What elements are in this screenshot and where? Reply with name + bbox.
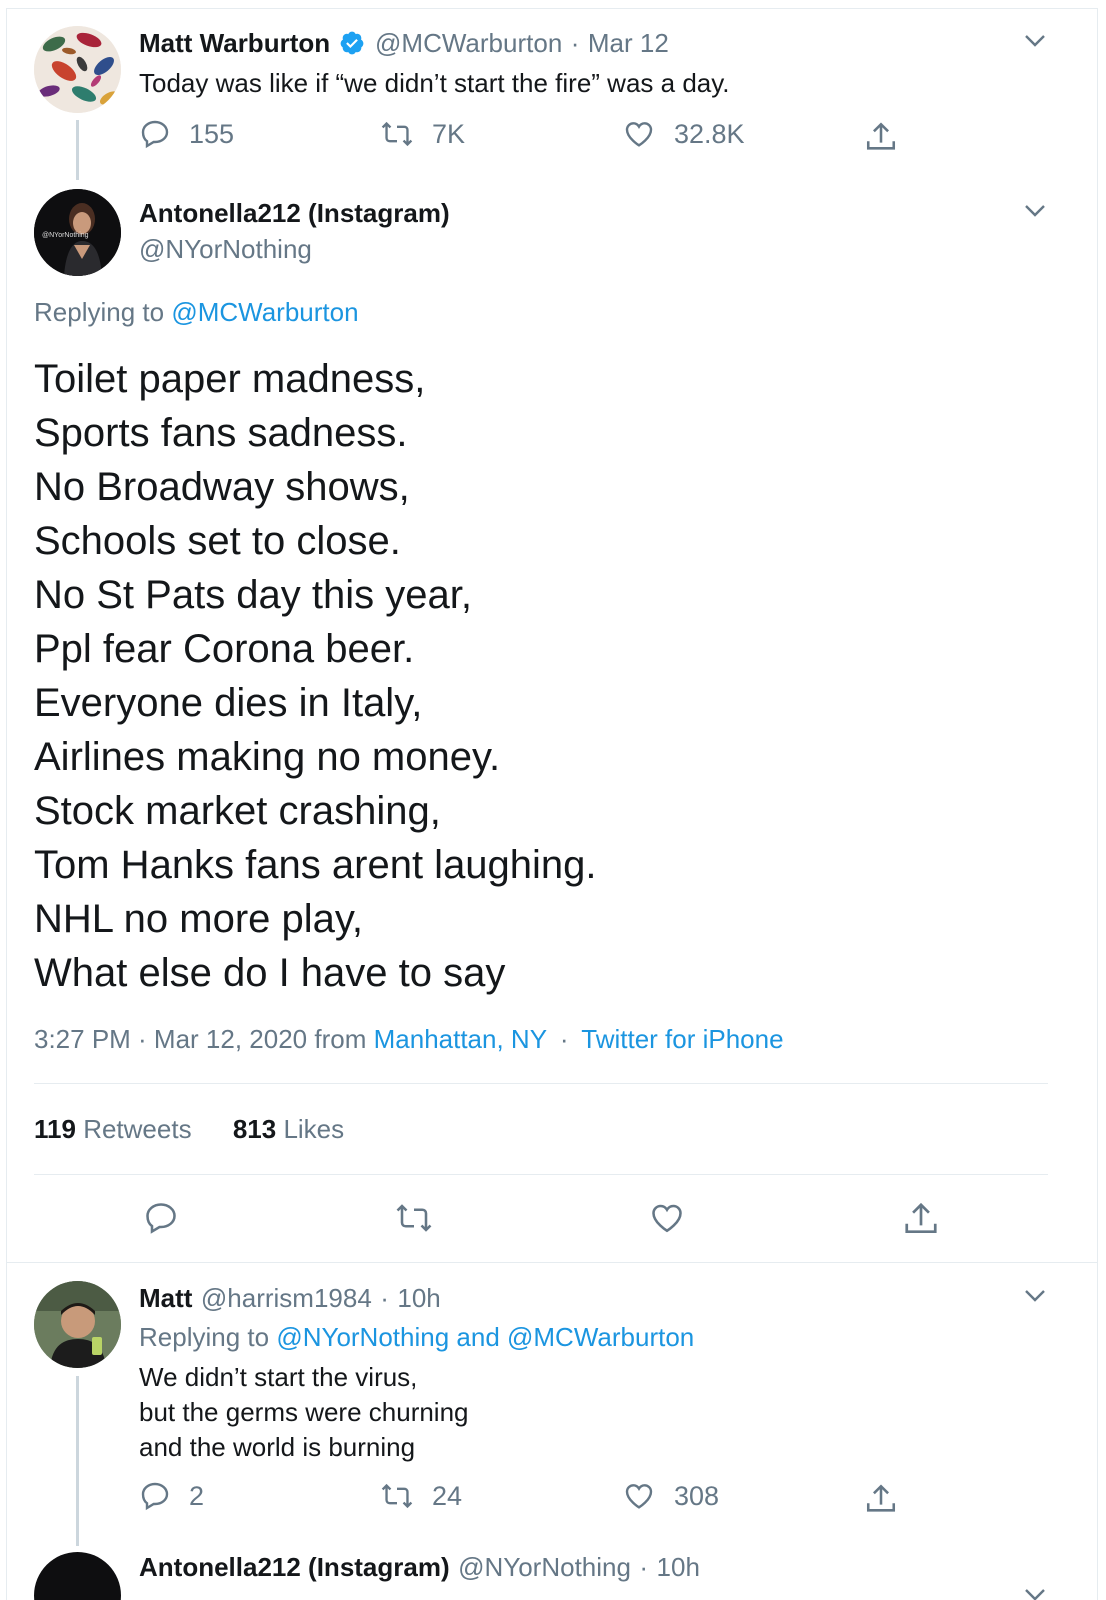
handle[interactable]: @NYorNothing bbox=[139, 234, 312, 265]
poem-line: Stock market crashing, bbox=[34, 789, 441, 833]
poem-line: No Broadway shows, bbox=[34, 465, 410, 509]
reply-button[interactable]: 155 bbox=[139, 118, 234, 150]
separator: · bbox=[380, 1283, 389, 1313]
display-name[interactable]: Matt Warburton bbox=[139, 28, 330, 58]
share-icon bbox=[866, 122, 896, 150]
share-icon bbox=[905, 1202, 937, 1234]
poem-line: What else do I have to say bbox=[34, 951, 506, 995]
replying-to: Replying to @MCWarburton bbox=[34, 297, 359, 327]
chevron-down-icon[interactable] bbox=[1024, 1588, 1046, 1600]
like-count: 308 bbox=[674, 1480, 720, 1511]
retweet-icon bbox=[381, 1483, 413, 1509]
chevron-down-icon[interactable] bbox=[1024, 1289, 1046, 1303]
reply-count: 2 bbox=[189, 1480, 205, 1511]
like-button[interactable]: 32.8K bbox=[622, 118, 745, 150]
retweet-icon bbox=[396, 1204, 432, 1232]
retweet-button[interactable] bbox=[394, 1200, 452, 1236]
divider bbox=[34, 1083, 1048, 1084]
engagement-stats: 119 Retweets 813 Likes bbox=[34, 1114, 344, 1145]
tweet-text: Toilet paper madness, Sports fans sadnes… bbox=[34, 352, 597, 1000]
tweet-header: Antonella212 (Instagram) @NYorNothing · … bbox=[139, 1552, 700, 1583]
reply-button[interactable]: 2 bbox=[139, 1480, 204, 1512]
handle[interactable]: @harrism1984 bbox=[201, 1283, 372, 1313]
timestamp[interactable]: 3:27 PM · Mar 12, 2020 from bbox=[34, 1024, 366, 1054]
display-name[interactable]: Antonella212 (Instagram) bbox=[139, 1552, 450, 1582]
retweet-button[interactable]: 24 bbox=[380, 1480, 462, 1512]
thread-line bbox=[76, 120, 79, 180]
divider bbox=[34, 1174, 1048, 1175]
separator: · bbox=[570, 28, 580, 58]
retweet-count: 7K bbox=[432, 118, 466, 149]
mention-link[interactable]: @NYorNothing and @MCWarburton bbox=[276, 1322, 694, 1352]
poem-line: Ppl fear Corona beer. bbox=[34, 627, 415, 671]
avatar-watermark: @NYorNothing bbox=[42, 232, 89, 239]
chevron-down-icon[interactable] bbox=[1024, 34, 1046, 48]
reply-icon bbox=[141, 120, 169, 149]
replying-to: Replying to @NYorNothing and @MCWarburto… bbox=[139, 1322, 695, 1352]
display-name[interactable]: Matt bbox=[139, 1283, 192, 1313]
reply-icon bbox=[141, 1482, 169, 1511]
tweet-metadata: 3:27 PM · Mar 12, 2020 from Manhattan, N… bbox=[34, 1024, 784, 1054]
chevron-down-icon[interactable] bbox=[1024, 204, 1046, 218]
tweet-header: Matt Warburton @MCWarburton · Mar 12 bbox=[139, 28, 669, 61]
avatar-nyornothing[interactable]: @NYorNothing bbox=[34, 189, 121, 276]
like-count: 32.8K bbox=[674, 118, 745, 149]
tweet-time[interactable]: 10h bbox=[397, 1283, 440, 1313]
reply-line: We didn’t start the virus, bbox=[139, 1362, 418, 1392]
poem-line: No St Pats day this year, bbox=[34, 573, 472, 617]
poem-line: Everyone dies in Italy, bbox=[34, 681, 423, 725]
reply-icon bbox=[146, 1203, 176, 1234]
tweet-header: Matt @harrism1984 · 10h bbox=[139, 1283, 441, 1314]
retweet-count: 24 bbox=[432, 1480, 463, 1511]
verified-icon bbox=[339, 30, 365, 61]
tweet-date[interactable]: Mar 12 bbox=[588, 28, 669, 58]
poem-line: Tom Hanks fans arent laughing. bbox=[34, 843, 597, 887]
thread-line bbox=[76, 1376, 79, 1546]
poem-line: Sports fans sadness. bbox=[34, 411, 408, 455]
like-icon bbox=[625, 122, 653, 147]
likes-stat[interactable]: 813 Likes bbox=[233, 1114, 344, 1144]
display-name[interactable]: Antonella212 (Instagram) bbox=[139, 198, 450, 229]
share-icon bbox=[866, 1484, 896, 1512]
tweet-text: We didn’t start the virus, but the germs… bbox=[139, 1360, 469, 1465]
reply-count: 155 bbox=[189, 118, 235, 149]
handle[interactable]: @MCWarburton bbox=[375, 28, 562, 58]
retweet-icon bbox=[381, 121, 413, 147]
tweet-time[interactable]: 10h bbox=[657, 1552, 700, 1582]
avatar-harrism1984[interactable] bbox=[34, 1281, 121, 1368]
separator: · bbox=[639, 1552, 649, 1582]
retweets-stat[interactable]: 119 Retweets bbox=[34, 1114, 192, 1144]
share-button[interactable] bbox=[864, 1482, 916, 1516]
location-link[interactable]: Manhattan, NY bbox=[374, 1024, 547, 1054]
handle[interactable]: @NYorNothing bbox=[458, 1552, 631, 1582]
like-button[interactable] bbox=[648, 1200, 704, 1236]
poem-line: Airlines making no money. bbox=[34, 735, 501, 779]
tweet-text: Today was like if “we didn’t start the f… bbox=[139, 68, 730, 98]
retweet-button[interactable]: 7K bbox=[380, 118, 465, 150]
poem-line: Toilet paper madness, bbox=[34, 357, 426, 401]
like-icon bbox=[625, 1484, 653, 1509]
reply-button[interactable] bbox=[143, 1200, 197, 1236]
share-button[interactable] bbox=[902, 1200, 958, 1238]
like-button[interactable]: 308 bbox=[622, 1480, 719, 1512]
like-icon bbox=[652, 1204, 682, 1233]
share-button[interactable] bbox=[864, 120, 916, 154]
source-link[interactable]: Twitter for iPhone bbox=[581, 1024, 783, 1054]
poem-line: NHL no more play, bbox=[34, 897, 364, 941]
reply-line: and the world is burning bbox=[139, 1432, 416, 1462]
avatar-mcwarburton[interactable] bbox=[34, 26, 121, 113]
poem-line: Schools set to close. bbox=[34, 519, 401, 563]
reply-line: but the germs were churning bbox=[139, 1397, 469, 1427]
mention-link[interactable]: @MCWarburton bbox=[171, 297, 358, 327]
divider bbox=[6, 1262, 1098, 1263]
